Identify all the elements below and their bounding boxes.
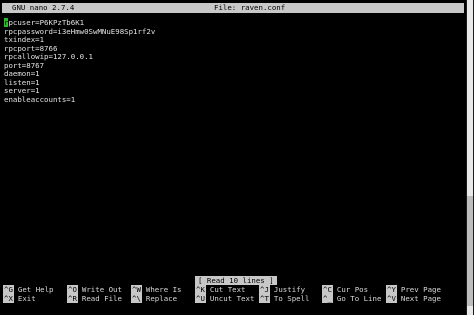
shortcut-key: ^G xyxy=(3,285,14,294)
nano-title-bar: GNU nano 2.7.4 File: raven.conf xyxy=(2,3,464,13)
shortcut-key: ^J xyxy=(259,285,270,294)
shortcut-go-to-line[interactable]: ^_ Go To Line xyxy=(322,294,381,303)
shortcut-key: ^C xyxy=(322,285,333,294)
shortcut-key: ^V xyxy=(386,294,397,303)
shortcut-label: Next Page xyxy=(400,294,441,303)
shortcut-label: Get Help xyxy=(17,285,54,294)
shortcut-prev-page[interactable]: ^Y Prev Page xyxy=(386,285,441,294)
shortcut-label: Cut Text xyxy=(209,285,246,294)
shortcut-key: ^U xyxy=(195,294,206,303)
shortcut-write-out[interactable]: ^O Write Out xyxy=(67,285,122,294)
shortcut-label: Write Out xyxy=(81,285,122,294)
scrollbar-thumb[interactable] xyxy=(467,196,473,306)
shortcut-next-page[interactable]: ^V Next Page xyxy=(386,294,441,303)
shortcut-label: Replace xyxy=(145,294,178,303)
shortcut-label: Exit xyxy=(17,294,36,303)
shortcut-label: To Spell xyxy=(273,294,310,303)
shortcut-key: ^R xyxy=(67,294,78,303)
status-message: [ Read 10 lines ] xyxy=(195,276,277,285)
shortcut-label: Go To Line xyxy=(336,294,382,303)
shortcut-key: ^W xyxy=(131,285,142,294)
shortcut-cur-pos[interactable]: ^C Cur Pos xyxy=(322,285,368,294)
vertical-scrollbar[interactable] xyxy=(466,0,474,315)
shortcut-key: ^_ xyxy=(322,294,333,303)
shortcut-where-is[interactable]: ^W Where Is xyxy=(131,285,182,294)
terminal-window: GNU nano 2.7.4 File: raven.conf rpcuser=… xyxy=(0,0,466,315)
shortcut-label: Uncut Text xyxy=(209,294,255,303)
shortcut-key: ^O xyxy=(67,285,78,294)
text-editor-area[interactable]: rpcuser=P6KPzTb6K1 rpcpassword=i3eHmw0Sw… xyxy=(4,18,155,105)
shortcut-label: Prev Page xyxy=(400,285,441,294)
shortcut-key: ^X xyxy=(3,294,14,303)
shortcut-label: Read File xyxy=(81,294,122,303)
shortcut-label: Where Is xyxy=(145,285,182,294)
shortcut-label: Justify xyxy=(273,285,306,294)
shortcut-key: ^T xyxy=(259,294,270,303)
shortcut-cut-text[interactable]: ^K Cut Text xyxy=(195,285,246,294)
nano-version: GNU nano 2.7.4 xyxy=(12,3,75,12)
shortcut-bar: ^G Get Help ^X Exit ^O Write Out ^R Read Fil… xyxy=(2,285,464,307)
shortcut-key: ^K xyxy=(195,285,206,294)
shortcut-exit[interactable]: ^X Exit xyxy=(3,294,36,303)
editor-line[interactable]: enableaccounts=1 xyxy=(4,95,155,105)
shortcut-uncut-text[interactable]: ^U Uncut Text xyxy=(195,294,254,303)
shortcut-label: Cur Pos xyxy=(336,285,369,294)
shortcut-key: ^\ xyxy=(131,294,142,303)
shortcut-justify[interactable]: ^J Justify xyxy=(259,285,305,294)
shortcut-get-help[interactable]: ^G Get Help xyxy=(3,285,54,294)
file-name: File: raven.conf xyxy=(214,3,286,12)
shortcut-read-file[interactable]: ^R Read File xyxy=(67,294,122,303)
shortcut-key: ^Y xyxy=(386,285,397,294)
shortcut-replace[interactable]: ^\ Replace xyxy=(131,294,177,303)
editor-line-text: pcuser=P6KPzTb6K1 xyxy=(8,18,85,27)
shortcut-to-spell[interactable]: ^T To Spell xyxy=(259,294,310,303)
